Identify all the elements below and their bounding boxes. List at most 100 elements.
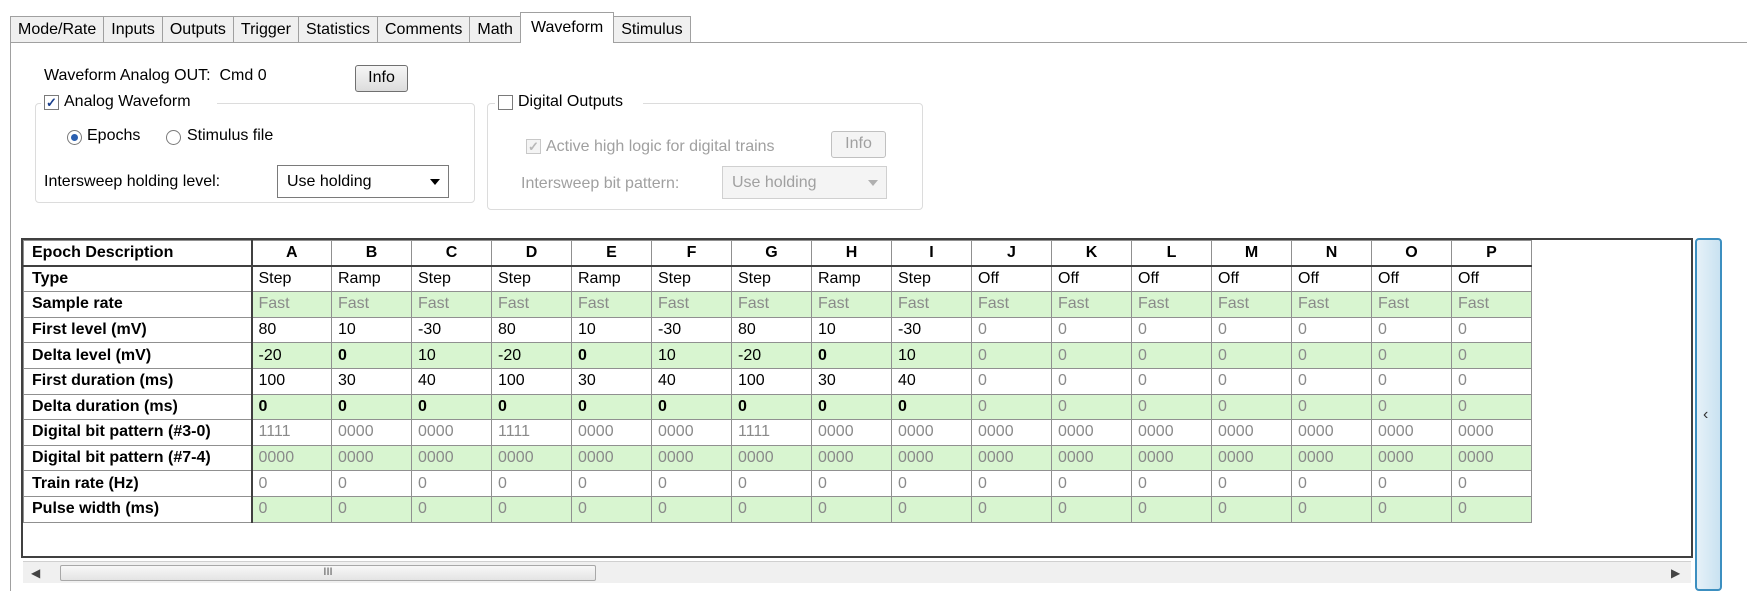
- epoch-cell[interactable]: 0: [1051, 342, 1132, 369]
- epoch-cell[interactable]: 0: [411, 495, 492, 523]
- epoch-cell[interactable]: Fast: [491, 291, 572, 318]
- epoch-cell[interactable]: Fast: [251, 291, 332, 318]
- epoch-cell[interactable]: 0: [1371, 393, 1452, 421]
- epoch-column-header[interactable]: M: [1211, 240, 1292, 268]
- epoch-cell[interactable]: 0000: [1211, 419, 1292, 446]
- epoch-cell[interactable]: 1111: [731, 419, 812, 446]
- epoch-cell[interactable]: Off: [1371, 265, 1452, 293]
- epoch-cell[interactable]: Step: [891, 265, 972, 293]
- epoch-cell[interactable]: Fast: [731, 291, 812, 318]
- epoch-cell[interactable]: Fast: [971, 291, 1052, 318]
- epoch-cell[interactable]: 0000: [491, 444, 572, 472]
- epoch-cell[interactable]: 0: [1051, 393, 1132, 421]
- epoch-cell[interactable]: Step: [411, 265, 492, 293]
- epoch-cell[interactable]: 0: [571, 495, 652, 523]
- tab-comments[interactable]: Comments: [377, 16, 471, 42]
- epoch-cell[interactable]: 0: [971, 316, 1052, 344]
- epoch-cell[interactable]: 30: [811, 367, 892, 395]
- epoch-cell[interactable]: 0: [971, 342, 1052, 369]
- epoch-cell[interactable]: 0000: [1451, 419, 1532, 446]
- epoch-cell[interactable]: 0000: [571, 419, 652, 446]
- epoch-cell[interactable]: 0: [971, 393, 1052, 421]
- epoch-cell[interactable]: 0: [1371, 342, 1452, 369]
- tab-waveform[interactable]: Waveform: [519, 12, 615, 43]
- epoch-cell[interactable]: 0000: [731, 444, 812, 472]
- epoch-cell[interactable]: 0: [651, 495, 732, 523]
- epoch-cell[interactable]: Off: [1451, 265, 1532, 293]
- epoch-column-header[interactable]: K: [1051, 240, 1132, 268]
- epoch-cell[interactable]: 0: [251, 393, 332, 421]
- epoch-cell[interactable]: 0000: [971, 419, 1052, 446]
- scroll-left-icon[interactable]: ◀: [31, 566, 40, 580]
- epoch-cell[interactable]: 0000: [891, 444, 972, 472]
- epoch-cell[interactable]: 0: [1211, 470, 1292, 497]
- epoch-cell[interactable]: 0: [491, 470, 572, 497]
- epoch-column-header[interactable]: O: [1371, 240, 1452, 268]
- epoch-cell[interactable]: 0000: [1211, 444, 1292, 472]
- epoch-cell[interactable]: 0: [1451, 342, 1532, 369]
- epoch-cell[interactable]: 0: [1291, 470, 1372, 497]
- epoch-column-header[interactable]: F: [651, 240, 732, 268]
- epoch-cell[interactable]: Fast: [811, 291, 892, 318]
- epoch-cell[interactable]: 0: [1051, 470, 1132, 497]
- tab-inputs[interactable]: Inputs: [103, 16, 163, 42]
- epoch-cell[interactable]: Off: [971, 265, 1052, 293]
- epoch-cell[interactable]: Fast: [1451, 291, 1532, 318]
- epoch-cell[interactable]: 0: [1371, 495, 1452, 523]
- epoch-cell[interactable]: Ramp: [571, 265, 652, 293]
- epoch-cell[interactable]: Fast: [651, 291, 732, 318]
- side-panel-toggle[interactable]: ‹: [1695, 238, 1722, 591]
- digital-outputs-checkbox[interactable]: [498, 95, 513, 110]
- epoch-cell[interactable]: 0: [1131, 316, 1212, 344]
- epoch-cell[interactable]: 0: [1051, 495, 1132, 523]
- epoch-cell[interactable]: 0: [491, 393, 572, 421]
- epoch-cell[interactable]: 0: [1451, 316, 1532, 344]
- epoch-cell[interactable]: 0000: [651, 419, 732, 446]
- epoch-cell[interactable]: Ramp: [331, 265, 412, 293]
- epoch-cell[interactable]: 0: [1291, 367, 1372, 395]
- epoch-column-header[interactable]: L: [1131, 240, 1212, 268]
- epoch-cell[interactable]: 1111: [251, 419, 332, 446]
- epoch-cell[interactable]: 0000: [971, 444, 1052, 472]
- epoch-cell[interactable]: 0: [331, 495, 412, 523]
- epoch-cell[interactable]: 0: [971, 470, 1052, 497]
- epoch-cell[interactable]: 0: [1291, 393, 1372, 421]
- epoch-cell[interactable]: 0000: [651, 444, 732, 472]
- epoch-cell[interactable]: Ramp: [811, 265, 892, 293]
- epoch-cell[interactable]: 0: [1211, 342, 1292, 369]
- epoch-cell[interactable]: 0: [891, 495, 972, 523]
- epoch-column-header[interactable]: H: [811, 240, 892, 268]
- epoch-cell[interactable]: 0: [1451, 393, 1532, 421]
- holding-level-select[interactable]: Use holding: [277, 165, 449, 198]
- epoch-cell[interactable]: 0: [891, 393, 972, 421]
- epoch-cell[interactable]: 0: [1131, 393, 1212, 421]
- epoch-cell[interactable]: 0: [1211, 393, 1292, 421]
- epoch-cell[interactable]: 10: [331, 316, 412, 344]
- epoch-cell[interactable]: 0: [1451, 495, 1532, 523]
- tab-stimulus[interactable]: Stimulus: [613, 16, 691, 42]
- epoch-cell[interactable]: 40: [411, 367, 492, 395]
- epoch-cell[interactable]: 0: [331, 470, 412, 497]
- epoch-cell[interactable]: 0: [811, 342, 892, 369]
- epoch-cell[interactable]: 30: [571, 367, 652, 395]
- epoch-cell[interactable]: Fast: [571, 291, 652, 318]
- tab-math[interactable]: Math: [469, 16, 521, 42]
- epoch-cell[interactable]: 100: [731, 367, 812, 395]
- epoch-cell[interactable]: 80: [251, 316, 332, 344]
- epoch-cell[interactable]: Step: [731, 265, 812, 293]
- epoch-cell[interactable]: 1111: [491, 419, 572, 446]
- epoch-cell[interactable]: 0: [331, 393, 412, 421]
- epoch-cell[interactable]: Fast: [1211, 291, 1292, 318]
- epoch-cell[interactable]: Fast: [891, 291, 972, 318]
- epoch-cell[interactable]: 0: [731, 393, 812, 421]
- epoch-cell[interactable]: 0: [411, 470, 492, 497]
- epoch-column-header[interactable]: J: [971, 240, 1052, 268]
- tab-statistics[interactable]: Statistics: [297, 16, 378, 42]
- epoch-cell[interactable]: 100: [251, 367, 332, 395]
- epoch-cell[interactable]: 0: [1051, 367, 1132, 395]
- bit-pattern-select[interactable]: Use holding: [722, 166, 887, 199]
- epoch-cell[interactable]: 0: [1371, 470, 1452, 497]
- epoch-cell[interactable]: Fast: [1131, 291, 1212, 318]
- epoch-cell[interactable]: 0: [1451, 367, 1532, 395]
- epoch-cell[interactable]: 10: [811, 316, 892, 344]
